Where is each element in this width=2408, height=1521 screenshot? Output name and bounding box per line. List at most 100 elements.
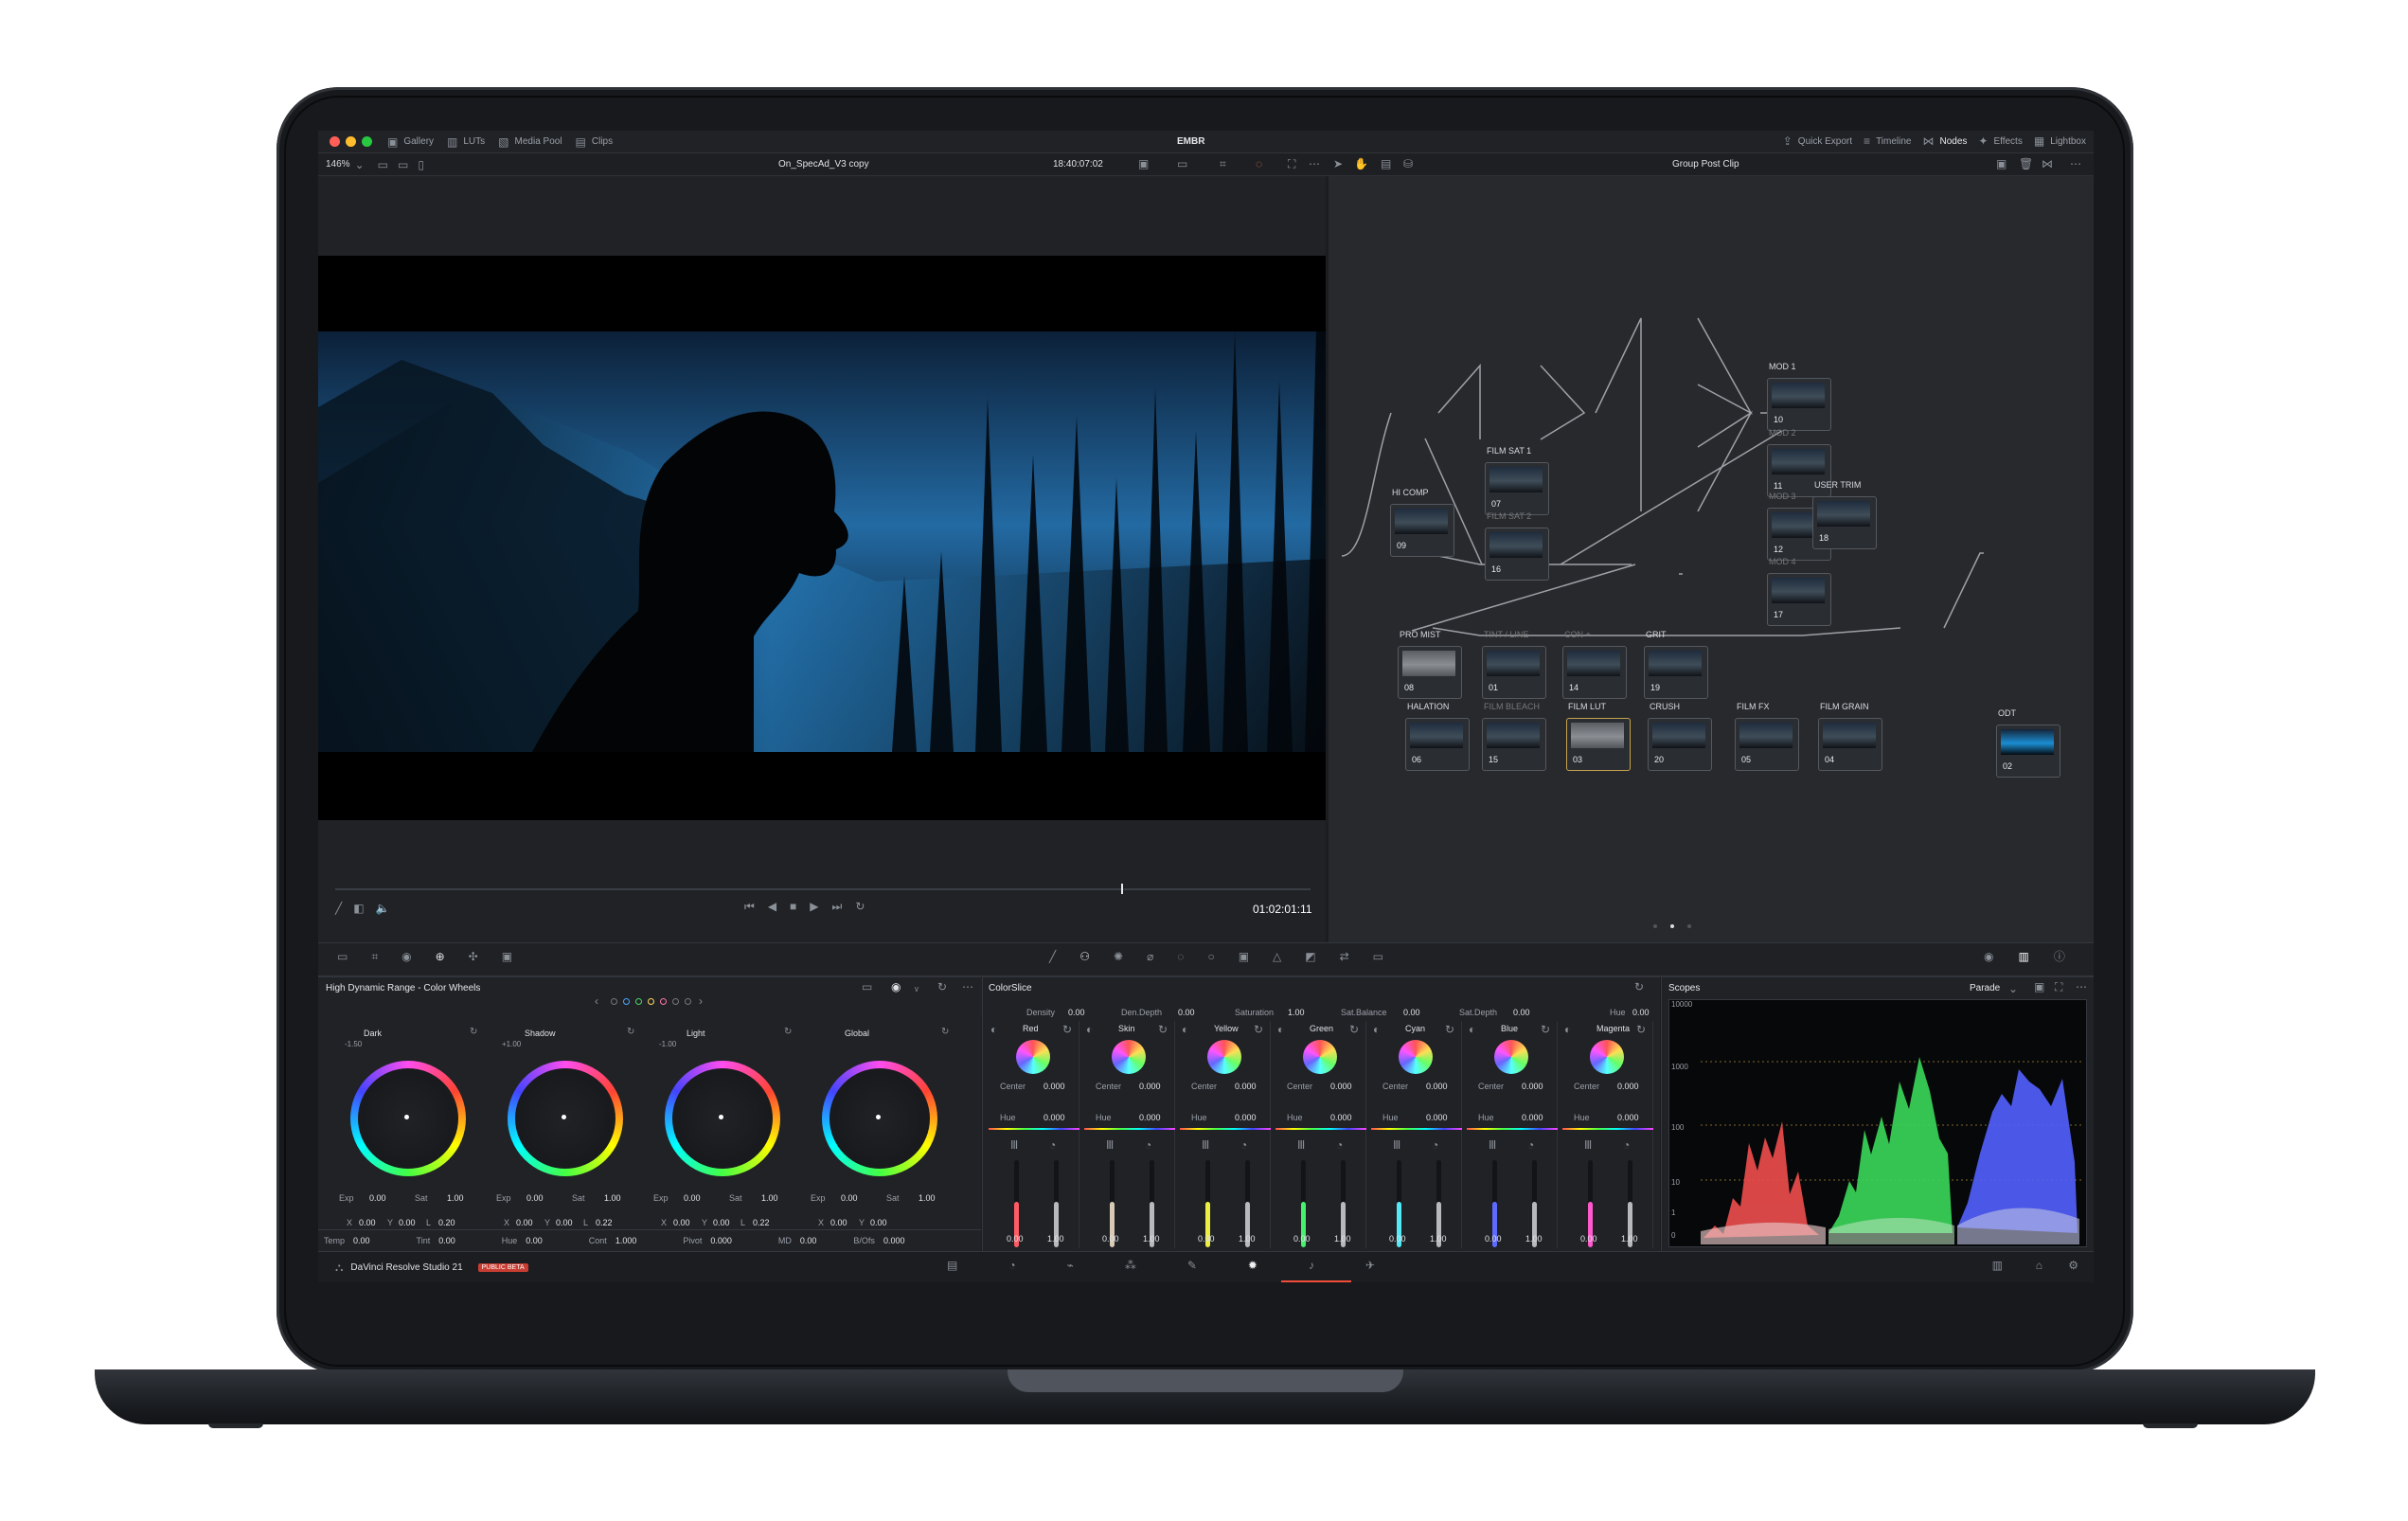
wheel-mode-icon[interactable]: ▭ xyxy=(862,981,872,993)
channel-left-value[interactable]: 0.00 xyxy=(1580,1234,1597,1244)
tab-media-pool[interactable]: Media Pool xyxy=(515,136,562,147)
node-page-dots[interactable] xyxy=(1653,924,1710,928)
minimize-window-button[interactable] xyxy=(346,136,356,147)
grid-icon[interactable]: ⌗ xyxy=(1220,158,1226,170)
playhead[interactable] xyxy=(1121,884,1123,894)
primaries-icon[interactable]: ◉ xyxy=(401,951,411,962)
wheel-graph-icon[interactable]: ᵥ xyxy=(915,981,919,993)
channel-center-value[interactable]: 0.000 xyxy=(1043,1082,1065,1091)
channel-color-wheel[interactable] xyxy=(1590,1040,1624,1074)
split-viewer-icon[interactable]: ▭ xyxy=(398,159,408,170)
lightbox-eye-icon[interactable]: ◉ xyxy=(1984,951,1993,962)
tab-nodes[interactable]: Nodes xyxy=(1939,136,1967,147)
reset-dark-icon[interactable]: ↻ xyxy=(470,1028,477,1037)
node-hi-comp[interactable]: HI COMP 09 xyxy=(1390,488,1454,557)
sizing-icon[interactable]: ⇄ xyxy=(1340,951,1349,962)
node-user-trim[interactable]: USER TRIM 18 xyxy=(1812,480,1877,549)
channel-hue-value[interactable]: 0.000 xyxy=(1522,1113,1543,1122)
dark-color-wheel[interactable] xyxy=(350,1061,466,1176)
deliver-page-icon[interactable]: ✈ xyxy=(1365,1260,1375,1271)
channel-color-wheel[interactable] xyxy=(1207,1040,1241,1074)
node-pro-mist[interactable]: PRO MIST 08 xyxy=(1398,630,1462,699)
channel-hue-value[interactable]: 0.000 xyxy=(1043,1113,1065,1122)
tab-clips[interactable]: Clips xyxy=(592,136,613,147)
reset-light-icon[interactable]: ↻ xyxy=(784,1028,792,1037)
channel-left-value[interactable]: 0.00 xyxy=(1293,1234,1311,1244)
channel-right-value[interactable]: 1.00 xyxy=(1047,1234,1064,1244)
draw-tool-icon[interactable]: ╱ xyxy=(335,903,342,914)
channel-reset-icon[interactable]: ↻ xyxy=(1349,1024,1359,1035)
zoom-window-button[interactable] xyxy=(362,136,372,147)
channel-right-value[interactable]: 1.00 xyxy=(1334,1234,1351,1244)
stop-icon[interactable]: ■ xyxy=(790,901,796,912)
home-icon[interactable]: ⌂ xyxy=(2036,1260,2042,1271)
color-match-icon[interactable]: ⌗ xyxy=(371,951,378,962)
bottom-timecode[interactable]: 01:02:01:11 xyxy=(1253,903,1312,916)
wheel-page-selector[interactable]: ‹ › xyxy=(595,995,708,1007)
zoom-chevron-icon[interactable]: ⌄ xyxy=(355,159,365,170)
channel-reset-icon[interactable]: ↻ xyxy=(1445,1024,1454,1035)
channel-toggle-icon[interactable]: ◐ xyxy=(990,1024,997,1035)
channel-color-wheel[interactable] xyxy=(1112,1040,1146,1074)
tab-effects[interactable]: Effects xyxy=(1993,136,2022,147)
camera-raw-icon[interactable]: ▭ xyxy=(337,951,348,962)
single-viewer-icon[interactable]: ▭ xyxy=(378,159,388,170)
channel-left-value[interactable]: 0.00 xyxy=(1007,1234,1024,1244)
color-picker-icon[interactable]: ◌ xyxy=(1256,158,1262,170)
scope-mode-chevron-icon[interactable]: ⌄ xyxy=(2008,983,2018,994)
fusion-page-icon[interactable]: ⁂ xyxy=(1125,1260,1136,1271)
viewer-options-icon[interactable]: ▣ xyxy=(1138,158,1149,170)
channel-right-value[interactable]: 1.00 xyxy=(1430,1234,1447,1244)
color-wheel-page-icon[interactable]: ✹ xyxy=(1248,1260,1258,1271)
motion-effects-icon[interactable]: ✣ xyxy=(469,951,478,962)
scope-expand-icon[interactable]: ⛶ xyxy=(2055,981,2062,993)
clip-name-dropdown[interactable]: On_SpecAd_V3 copy xyxy=(778,159,869,170)
node-film-bleach[interactable]: FILM BLEACH 15 xyxy=(1482,702,1546,771)
node-tint-line[interactable]: TINT / LINE 01 xyxy=(1482,630,1546,699)
hdr-wheels-icon[interactable]: ⊕ xyxy=(436,951,445,962)
speaker-muted-icon[interactable]: 🔈 xyxy=(376,903,390,914)
channel-center-value[interactable]: 0.000 xyxy=(1330,1082,1352,1091)
channel-reset-icon[interactable]: ↻ xyxy=(1254,1024,1263,1035)
shadow-color-wheel[interactable] xyxy=(508,1061,623,1176)
first-frame-icon[interactable]: ⏮ xyxy=(744,901,755,912)
play-icon[interactable]: ▶ xyxy=(810,901,818,912)
node-group-title[interactable]: Group Post Clip xyxy=(1672,159,1739,170)
channel-hue-value[interactable]: 0.000 xyxy=(1426,1113,1448,1122)
channel-hue-value[interactable]: 0.000 xyxy=(1139,1113,1161,1122)
tab-timeline[interactable]: Timeline xyxy=(1876,136,1911,147)
channel-hue-value[interactable]: 0.000 xyxy=(1235,1113,1257,1122)
node-mod-4[interactable]: MOD 4 17 xyxy=(1767,557,1831,626)
node-crush[interactable]: CRUSH 20 xyxy=(1648,702,1712,771)
wheel-reset-icon[interactable]: ↻ xyxy=(937,981,947,993)
hand-icon[interactable]: ✋ xyxy=(1354,158,1368,170)
light-color-wheel[interactable] xyxy=(665,1061,780,1176)
info-icon[interactable]: ⓘ xyxy=(2054,951,2065,962)
display-icon[interactable]: ▭ xyxy=(1177,158,1187,170)
channel-toggle-icon[interactable]: ◐ xyxy=(1564,1024,1571,1035)
channel-center-value[interactable]: 0.000 xyxy=(1139,1082,1161,1091)
node-layout-icon[interactable]: ▤ xyxy=(1381,158,1391,170)
channel-center-value[interactable]: 0.000 xyxy=(1617,1082,1639,1091)
channel-reset-icon[interactable]: ↻ xyxy=(1541,1024,1550,1035)
blur-icon[interactable]: △ xyxy=(1273,951,1281,962)
colorslice-reset-icon[interactable]: ↻ xyxy=(1634,981,1644,993)
channel-hue-value[interactable]: 0.000 xyxy=(1330,1113,1352,1122)
scope-more-icon[interactable]: ⋯ xyxy=(2076,981,2087,993)
media-page-icon[interactable]: ▤ xyxy=(947,1260,957,1271)
node-film-lut[interactable]: FILM LUT 03 xyxy=(1566,702,1631,771)
node-odt[interactable]: ODT 02 xyxy=(1996,708,2060,778)
project-manager-icon[interactable]: ▥ xyxy=(1992,1260,2003,1271)
node-con-plus[interactable]: CON +14 xyxy=(1562,630,1627,699)
node-more-icon[interactable]: ⋯ xyxy=(2070,158,2081,170)
last-frame-icon[interactable]: ⏭ xyxy=(832,901,843,912)
loop-icon[interactable]: ↻ xyxy=(855,901,865,912)
3d-icon[interactable]: ▭ xyxy=(1373,951,1383,962)
cut-page-icon[interactable]: ◔ xyxy=(1008,1260,1015,1271)
channel-center-value[interactable]: 0.000 xyxy=(1426,1082,1448,1091)
node-share-icon[interactable]: ⋈ xyxy=(2042,158,2053,170)
reset-global-icon[interactable]: ↻ xyxy=(941,1028,949,1037)
node-delete-icon[interactable]: 🗑 xyxy=(2019,158,2033,170)
window-icon[interactable]: ◌ xyxy=(1177,951,1184,962)
wheel-zones-icon[interactable]: ◉ xyxy=(891,981,901,993)
